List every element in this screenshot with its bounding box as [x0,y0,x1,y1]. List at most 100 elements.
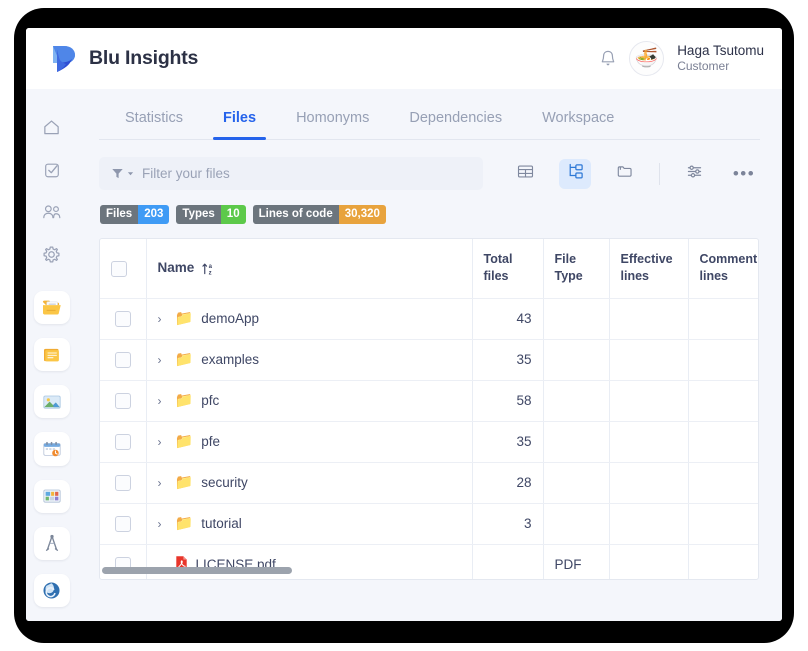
row-name-cell[interactable]: › 📁 pfe [146,421,473,463]
column-header-effective-lines[interactable]: Effective lines [609,239,689,299]
tab-homonyms[interactable]: Homonyms [276,110,389,139]
app-screen: Blu Insights 🍜 Haga Tsutomu Customer Sta… [26,28,782,621]
row-select-cell[interactable] [100,544,147,579]
column-header-file-type[interactable]: File Type [543,239,610,299]
row-name: pfc [201,393,220,408]
sidebar-item-files[interactable] [33,290,70,324]
column-header-name[interactable]: Name a z [146,239,473,299]
table-row[interactable]: › 📁 tutorial 3 [100,503,758,545]
settings-sliders-button[interactable] [678,159,710,189]
sidebar-item-users[interactable] [34,195,70,228]
select-all-header[interactable] [100,239,147,299]
user-info[interactable]: Haga Tsutomu Customer [677,43,764,75]
row-select-cell[interactable] [100,339,147,381]
row-checkbox[interactable] [114,474,131,491]
row-name-cell[interactable]: › 📁 demoApp [146,298,473,340]
sidebar-item-media[interactable] [33,385,70,419]
sidebar-item-settings[interactable] [34,238,70,271]
row-select-cell[interactable] [100,421,147,463]
checkbox-task-icon [43,161,61,179]
table-view-button[interactable] [509,159,541,189]
row-file-type [543,298,610,340]
row-select-cell[interactable] [100,503,147,545]
column-header-total-files[interactable]: Total files [472,239,544,299]
brand-name: Blu Insights [89,47,199,69]
expand-chevron-icon[interactable]: › [158,435,167,449]
tab-dependencies[interactable]: Dependencies [389,110,522,139]
compass-divider-icon [42,533,62,553]
row-checkbox[interactable] [114,392,131,409]
tab-label: Homonyms [296,110,370,126]
row-checkbox[interactable] [114,433,131,450]
row-checkbox[interactable] [114,310,131,327]
row-total-files: 28 [472,462,544,504]
folder-icon: 📁 [174,433,194,450]
row-file-type: PDF [543,544,610,579]
sidebar [26,89,77,621]
notes-pages-icon [41,345,63,365]
tab-workspace[interactable]: Workspace [522,110,634,139]
expand-chevron-icon[interactable]: › [158,476,167,490]
table-row[interactable]: › 📁 demoApp 43 [100,298,758,340]
folder-icon: 📁 [174,474,194,491]
filter-funnel-icon[interactable] [111,167,134,180]
brand[interactable]: Blu Insights [50,44,198,74]
table-head: Name a z Total files File Type Effective… [100,239,758,299]
tab-files[interactable]: Files [203,110,276,140]
column-header-comment-lines[interactable]: Comment lines [688,239,758,299]
users-icon [42,203,62,221]
expand-chevron-icon[interactable]: › [158,353,167,367]
filter-input[interactable]: Filter your files [99,157,483,190]
table-row[interactable]: › 📁 examples 35 [100,339,758,381]
row-select-cell[interactable] [100,462,147,504]
sidebar-item-board[interactable] [33,479,70,513]
avatar-glyph: 🍜 [634,48,659,69]
calendar-icon [41,439,63,459]
tree-view-button[interactable] [559,158,591,189]
select-all-checkbox[interactable] [111,260,127,277]
row-file-type [543,462,610,504]
badge-types: Types 10 [176,205,246,224]
sidebar-item-tasks[interactable] [34,153,70,186]
table-row[interactable]: LICENSE.pdf PDF [100,544,758,579]
horizontal-scrollbar[interactable] [102,567,292,574]
row-name-cell[interactable]: › 📁 examples [146,339,473,381]
sidebar-item-globe[interactable] [33,573,70,608]
row-file-type [543,339,610,381]
tab-statistics[interactable]: Statistics [105,110,203,139]
row-checkbox[interactable] [114,351,131,368]
row-file-type [543,421,610,463]
row-name: demoApp [201,311,259,326]
row-select-cell[interactable] [100,380,147,422]
table-row[interactable]: › 📁 pfe 35 [100,421,758,463]
folder-view-button[interactable] [609,159,641,189]
row-name-cell[interactable]: › 📁 tutorial [146,503,473,545]
expand-chevron-icon[interactable]: › [158,312,167,326]
row-total-files: 43 [472,298,544,340]
ellipsis-icon: ••• [732,163,756,183]
avatar[interactable]: 🍜 [629,41,665,76]
row-name-cell[interactable]: › 📁 pfc [146,380,473,422]
row-total-files: 3 [472,503,544,545]
row-effective-lines [609,462,689,504]
sidebar-item-compass[interactable] [33,526,70,560]
row-name: security [201,475,248,490]
table-row[interactable]: › 📁 pfc 58 [100,380,758,422]
sidebar-item-schedule[interactable] [33,432,70,466]
sidebar-item-notes[interactable] [33,337,70,372]
folder-icon [616,163,634,185]
row-name-cell[interactable]: LICENSE.pdf [146,544,473,579]
expand-chevron-icon[interactable]: › [158,394,167,408]
stat-badges: Files 203 Types 10 Lines of code 30,320 [99,205,760,224]
row-select-cell[interactable] [100,298,147,340]
table-row[interactable]: › 📁 security 28 [100,462,758,504]
sort-alpha-ascending-icon[interactable]: a z [201,261,216,276]
row-name-cell[interactable]: › 📁 security [146,462,473,504]
bell-icon[interactable] [600,50,616,68]
column-label: Total files [483,252,513,284]
sidebar-item-home[interactable] [34,111,70,144]
row-checkbox[interactable] [114,515,131,532]
folder-icon: 📁 [174,351,194,368]
expand-chevron-icon[interactable]: › [158,517,167,531]
more-options-button[interactable]: ••• [728,159,760,189]
